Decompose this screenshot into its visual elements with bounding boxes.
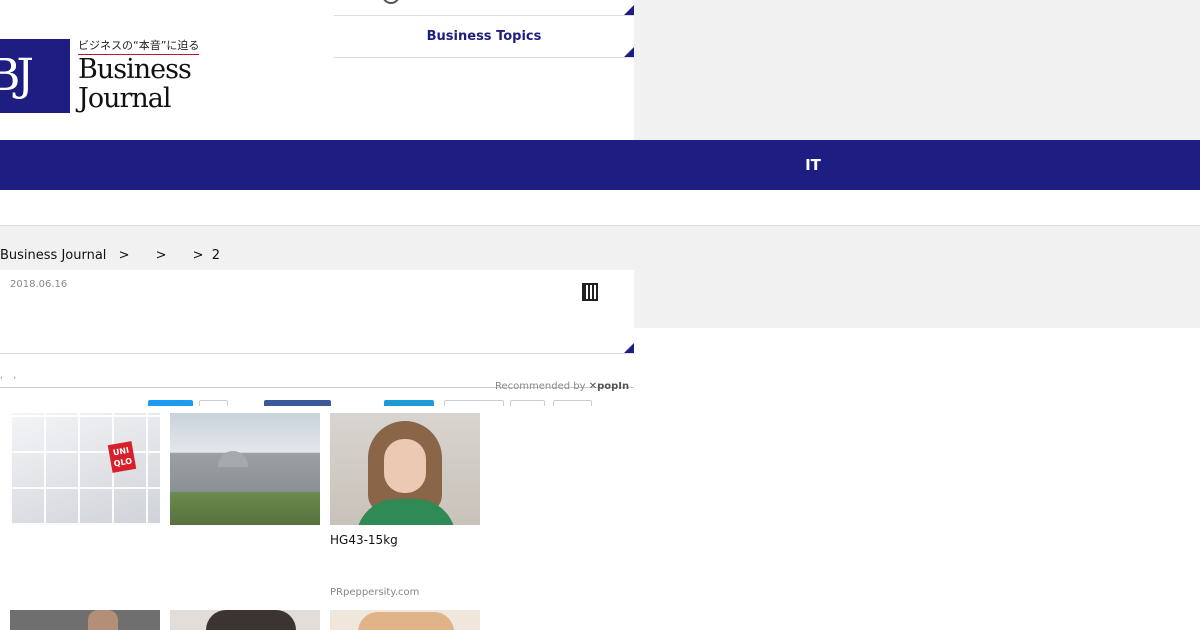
recommend-thumb[interactable] — [330, 610, 480, 630]
header-right-panel — [634, 0, 1200, 140]
breadcrumb-separator: > — [192, 248, 204, 263]
thumb-image — [88, 610, 118, 630]
article-header: 2018.06.16 — [0, 270, 634, 354]
recommend-thumb[interactable] — [10, 610, 160, 630]
article-date: 2018.06.16 — [10, 279, 68, 290]
corner-icon — [624, 5, 634, 15]
sub-nav — [0, 190, 1200, 226]
thumb-image — [206, 610, 296, 630]
recommend-thumb[interactable] — [170, 610, 320, 630]
right-column-panel — [634, 270, 1200, 328]
business-topics-label: Business Topics — [426, 29, 542, 44]
share-button[interactable] — [553, 400, 592, 406]
recommended-by[interactable]: Recommended by ✕popIn — [495, 381, 629, 392]
breadcrumb-separator: > — [118, 248, 130, 263]
logo-mark: BJ — [0, 39, 70, 113]
recommend-thumb-uniqlo[interactable]: UNI QLO — [10, 413, 160, 525]
portrait-face — [384, 439, 426, 493]
breadcrumb-current-page: 2 — [211, 248, 220, 263]
article-tags: , , — [0, 370, 17, 381]
recommend-sponsor: PRpeppersity.com — [330, 587, 420, 598]
popin-name: popIn — [597, 381, 630, 392]
building-dome-image — [218, 451, 248, 467]
share-button[interactable] — [510, 400, 545, 406]
thumb-image — [358, 612, 454, 630]
share-count — [199, 400, 228, 406]
page: BJ ビジネスの“本音”に迫る Business Journal Busines… — [0, 0, 1200, 630]
recommend-thumb-portrait[interactable] — [330, 413, 480, 525]
business-topics-link[interactable]: Business Topics — [334, 16, 634, 58]
store-facade-image — [10, 413, 160, 525]
hatena-share-button[interactable] — [384, 400, 434, 406]
popin-x-icon: ✕ — [588, 381, 598, 392]
facebook-share-button[interactable] — [264, 400, 331, 406]
logo-tagline: ビジネスの“本音”に迫る — [78, 37, 200, 55]
recommend-caption[interactable]: HG43-15kg — [330, 533, 398, 547]
nav-item-it[interactable]: IT — [780, 140, 846, 190]
breadcrumb: Business Journal > > > 2 — [0, 248, 228, 263]
uniqlo-logo: UNI QLO — [107, 441, 137, 473]
popin-logo: ✕popIn — [589, 381, 629, 392]
twitter-share-button[interactable] — [148, 400, 193, 406]
circle-icon — [382, 0, 400, 4]
breadcrumb-home[interactable]: Business Journal — [0, 248, 106, 263]
recommend-thumb-building[interactable] — [170, 413, 320, 525]
building-icon[interactable] — [582, 283, 598, 301]
corner-icon — [624, 343, 634, 353]
breadcrumb-separator: > — [155, 248, 167, 263]
header-link-box-1[interactable] — [334, 0, 634, 16]
site-logo[interactable]: BJ ビジネスの“本音”に迫る Business Journal — [0, 37, 200, 119]
logo-word-business: Business — [78, 54, 192, 85]
share-button[interactable] — [444, 400, 504, 406]
main-nav: IT — [0, 140, 1200, 190]
corner-icon — [624, 47, 634, 57]
recommended-label: Recommended by — [495, 381, 586, 392]
logo-word-journal: Journal — [78, 83, 171, 114]
